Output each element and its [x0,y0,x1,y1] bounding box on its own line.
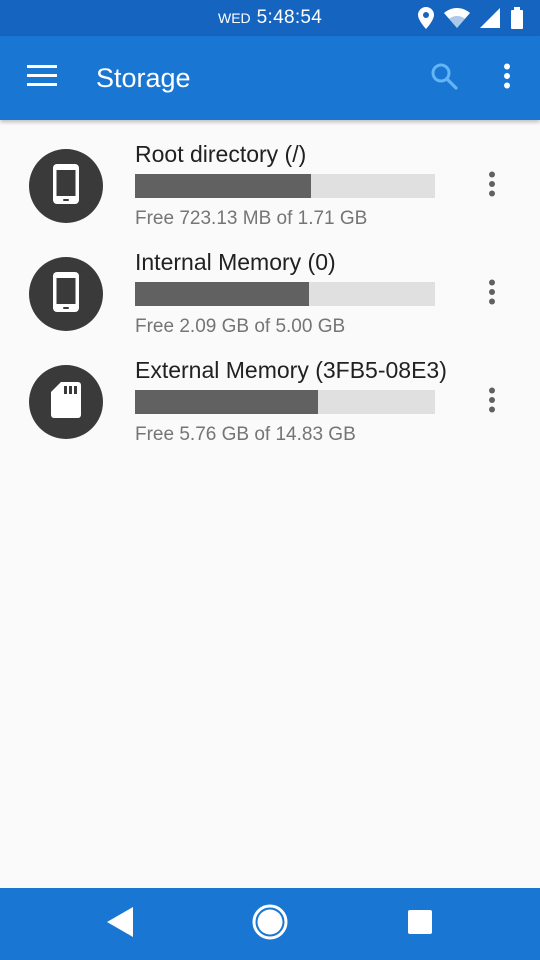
more-vert-icon [488,171,496,202]
more-vert-icon [488,387,496,418]
phone-icon [53,271,79,317]
search-button[interactable] [424,60,464,96]
overflow-menu-button[interactable] [490,60,524,96]
item-more-button[interactable] [474,276,510,312]
more-vert-icon [503,63,511,94]
storage-free-text: Free 5.76 GB of 14.83 GB [135,424,356,445]
storage-list: Root directory (/) Free 723.13 MB of 1.7… [0,132,540,456]
usage-bar [135,282,435,306]
storage-icon [29,149,103,223]
storage-free-text: Free 723.13 MB of 1.71 GB [135,208,368,229]
more-vert-icon [488,279,496,310]
home-button[interactable] [242,902,298,946]
usage-bar-fill [135,282,309,306]
wifi-icon [444,8,470,33]
storage-icon [29,365,103,439]
menu-button[interactable] [20,60,64,96]
storage-name: External Memory (3FB5-08E3) [135,357,447,383]
phone-icon [53,163,79,209]
back-icon [107,906,133,942]
storage-item-root[interactable]: Root directory (/) Free 723.13 MB of 1.7… [0,132,540,240]
recents-icon [408,909,432,939]
item-more-button[interactable] [474,168,510,204]
status-bar: WED 5:48:54 [0,0,540,36]
navigation-bar [0,888,540,960]
location-icon [418,7,434,34]
usage-bar [135,390,435,414]
back-button[interactable] [92,902,148,946]
status-time: 5:48:54 [256,7,323,28]
battery-icon [510,7,524,34]
app-bar: Storage [0,36,540,120]
storage-name: Root directory (/) [135,141,307,167]
storage-icon [29,257,103,331]
page-title: Storage [96,63,191,93]
storage-name: Internal Memory (0) [135,249,336,275]
status-day: WED [218,10,251,26]
usage-bar-fill [135,390,318,414]
usage-bar-fill [135,174,312,198]
storage-free-text: Free 2.09 GB of 5.00 GB [135,316,346,337]
storage-item-external[interactable]: External Memory (3FB5-08E3) Free 5.76 GB… [0,348,540,456]
hamburger-menu-icon [27,64,57,92]
status-clock: WED 5:48:54 [218,7,322,29]
search-icon [430,62,458,95]
recents-button[interactable] [392,902,448,946]
item-more-button[interactable] [474,384,510,420]
home-icon [251,903,289,946]
signal-icon [480,8,500,33]
usage-bar [135,174,435,198]
storage-item-internal[interactable]: Internal Memory (0) Free 2.09 GB of 5.00… [0,240,540,348]
status-icons [418,7,524,34]
sd-card-icon [51,381,81,423]
